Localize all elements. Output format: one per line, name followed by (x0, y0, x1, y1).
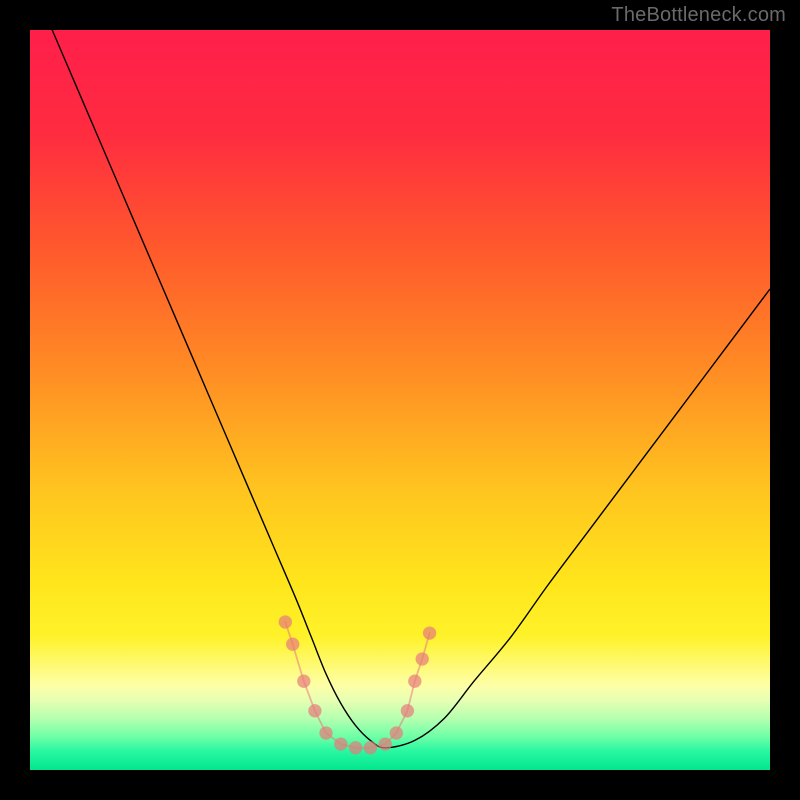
marker-dot (408, 675, 421, 688)
marker-dot (390, 726, 403, 739)
marker-dot (308, 704, 321, 717)
marker-dot (401, 704, 414, 717)
marker-dot (286, 638, 299, 651)
marker-dot (364, 741, 377, 754)
marker-dot (297, 675, 310, 688)
marker-dot (349, 741, 362, 754)
marker-dot (423, 626, 436, 639)
chart-frame: TheBottleneck.com (0, 0, 800, 800)
watermark-text: TheBottleneck.com (611, 4, 786, 27)
marker-dot (379, 737, 392, 750)
marker-dot (334, 737, 347, 750)
plot-area (30, 30, 770, 770)
marker-dot (319, 726, 332, 739)
chart-svg (30, 30, 770, 770)
gradient-background (30, 30, 770, 770)
marker-dot (279, 615, 292, 628)
marker-dot (416, 652, 429, 665)
